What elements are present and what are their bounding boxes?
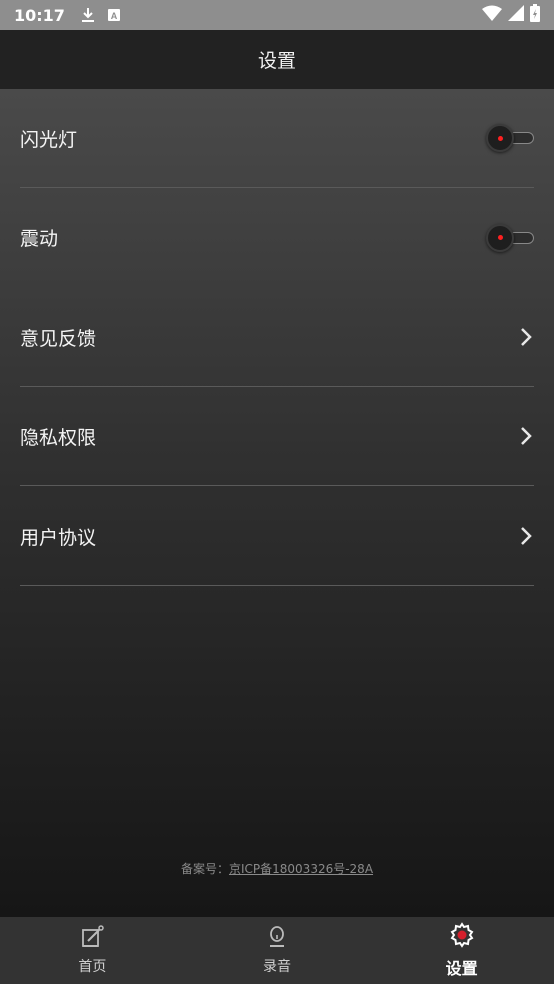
vibration-label: 震动 (20, 228, 59, 250)
chevron-right-icon (518, 525, 534, 547)
download-icon (81, 7, 95, 23)
toggle-knob (486, 124, 514, 152)
bottom-tab-bar: 首页 录音 设置 (0, 917, 554, 984)
top-app-bar: 设置 (0, 30, 554, 89)
user-agreement-label: 用户协议 (20, 526, 97, 549)
icp-number-link[interactable]: 京ICP备18003326号-28A (229, 862, 373, 876)
svg-text:A: A (111, 11, 118, 21)
tab-record-label: 录音 (263, 959, 291, 975)
icp-record: 备案号：京ICP备18003326号-28A (0, 860, 554, 877)
privacy-label: 隐私权限 (20, 426, 97, 449)
edit-note-icon (80, 925, 105, 956)
page-title: 设置 (257, 50, 296, 72)
feedback-label: 意见反馈 (20, 327, 97, 350)
settings-panel: 闪光灯 震动 意见反馈 隐私权限 用户协议 备案号：京ICP备18003326号… (0, 89, 554, 917)
icp-prefix: 备案号： (180, 862, 229, 876)
a-notification-icon: A (107, 8, 121, 22)
tab-settings-label: 设置 (445, 959, 478, 978)
vibration-toggle[interactable] (486, 223, 534, 253)
gear-icon (449, 922, 475, 955)
toggle-knob (486, 223, 514, 252)
setting-row-feedback[interactable]: 意见反馈 (20, 288, 534, 387)
tab-home[interactable]: 首页 (0, 917, 185, 984)
tab-home-label: 首页 (78, 959, 107, 975)
signal-icon (508, 5, 524, 25)
microphone-icon (265, 925, 289, 956)
tab-settings[interactable]: 设置 (369, 917, 554, 984)
setting-row-vibration: 震动 (20, 188, 534, 287)
setting-row-privacy[interactable]: 隐私权限 (20, 387, 534, 486)
battery-icon (530, 4, 540, 26)
flashlight-label: 闪光灯 (20, 128, 78, 151)
tab-record[interactable]: 录音 (185, 917, 370, 984)
wifi-icon (482, 5, 502, 25)
setting-row-flashlight: 闪光灯 (20, 89, 534, 188)
status-time: 10:17 (14, 5, 65, 25)
setting-row-user-agreement[interactable]: 用户协议 (20, 487, 534, 586)
chevron-right-icon (518, 425, 534, 447)
status-bar: 10:17 A (0, 0, 554, 30)
flashlight-toggle[interactable] (486, 123, 534, 153)
chevron-right-icon (518, 326, 534, 348)
